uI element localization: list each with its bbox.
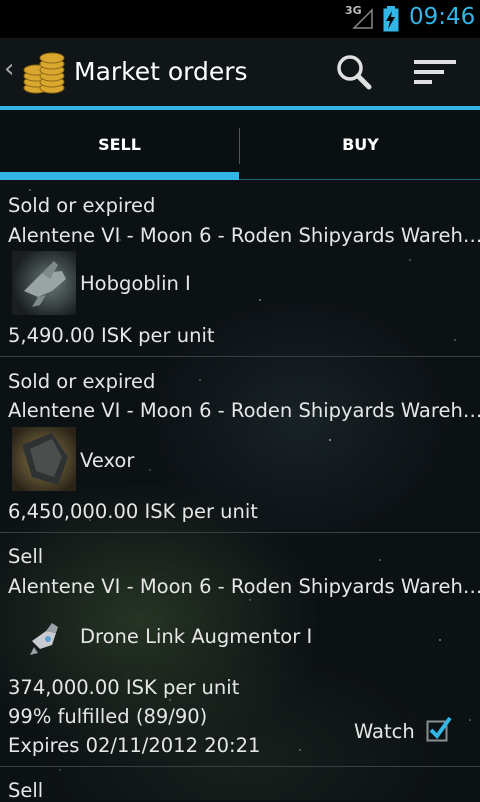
signal-icon [352,8,373,29]
order-list-item[interactable]: Sell [0,767,480,802]
watch-checkbox[interactable] [426,716,452,742]
vexor-ship-thumbnail [12,427,76,491]
action-bar: ‹ Market orders [0,38,480,106]
battery-charging-icon [383,6,399,32]
search-icon[interactable] [335,53,373,91]
clock: 09:46 [409,4,476,30]
order-expires: Expires 02/11/2012 20:21 [8,734,261,757]
sort-icon[interactable] [414,58,458,88]
tab-divider [239,128,240,164]
drone-link-augmentor-thumbnail [30,623,58,655]
order-fulfilled: 99% fulfilled (89/90) [8,705,208,728]
order-price: 5,490.00 ISK per unit [8,324,215,347]
isk-coins-icon[interactable] [20,48,68,96]
tab-bar: SELL BUY [0,110,480,180]
chevron-left-icon[interactable]: ‹ [4,54,14,84]
order-location: Alentene VI - Moon 6 - Roden Shipyards W… [8,224,480,247]
tab-buy[interactable]: BUY [241,110,480,180]
watch-label: Watch [354,720,415,743]
order-location: Alentene VI - Moon 6 - Roden Shipyards W… [8,575,480,598]
order-list-item[interactable]: Sold or expired Alentene VI - Moon 6 - R… [0,180,480,357]
order-item-name: Hobgoblin I [80,272,191,295]
page-title: Market orders [74,57,248,86]
order-list-item[interactable]: Sell Alentene VI - Moon 6 - Roden Shipya… [0,533,480,767]
status-bar: 3G 09:46 [0,0,480,38]
order-status: Sold or expired [8,370,156,393]
order-status: Sell [8,545,44,568]
order-item-name: Drone Link Augmentor I [80,625,313,648]
hobgoblin-drone-thumbnail [12,251,76,315]
tab-sell[interactable]: SELL [0,110,239,180]
order-price: 374,000.00 ISK per unit [8,676,240,699]
order-item-name: Vexor [80,449,135,472]
order-list-item[interactable]: Sold or expired Alentene VI - Moon 6 - R… [0,357,480,533]
order-status: Sold or expired [8,194,156,217]
order-status: Sell [8,779,44,802]
order-location: Alentene VI - Moon 6 - Roden Shipyards W… [8,399,480,422]
order-price: 6,450,000.00 ISK per unit [8,500,258,523]
